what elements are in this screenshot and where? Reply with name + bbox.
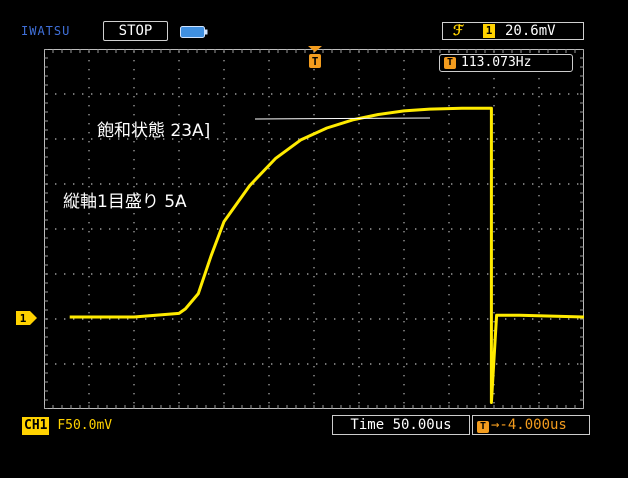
frequency-marker-icon: T (444, 57, 456, 69)
brand-logo: IWATSU (21, 24, 71, 38)
channel-scale: F50.0mV (57, 418, 113, 433)
channel-scale-readout[interactable]: CH1 F50.0mV (22, 417, 112, 435)
waveform-display (44, 49, 584, 409)
frequency-readout: T 113.073Hz (439, 54, 573, 72)
trigger-position-marker[interactable]: T (307, 45, 323, 73)
trigger-level: 20.6mV (505, 23, 556, 39)
saturation-annotation: 飽和状態 23A] (97, 121, 211, 141)
vertical-scale-annotation: 縦軸1目盛り 5A (63, 192, 187, 212)
trigger-marker-label: T (312, 55, 319, 68)
frequency-value: 113.073Hz (461, 55, 532, 70)
graticule-border (44, 49, 584, 409)
channel-label: CH1 (22, 417, 50, 435)
timebase-readout[interactable]: Time 50.00us (332, 415, 470, 435)
rising-edge-icon: ℱ (453, 23, 465, 39)
channel-ground-marker[interactable]: 1 (16, 311, 38, 325)
trigger-channel: 1 (483, 24, 495, 38)
trigger-status[interactable]: ℱ 1 20.6mV (442, 22, 584, 40)
waveform-trace (69, 106, 584, 404)
saturation-pointer-line (255, 117, 431, 120)
run-stop-indicator[interactable]: STOP (103, 21, 168, 41)
trigger-offset-readout[interactable]: T →-4.000us (472, 415, 590, 435)
trigger-offset-value: →-4.000us (491, 417, 567, 433)
battery-icon (180, 26, 208, 38)
channel-marker-label: 1 (20, 312, 27, 325)
offset-marker-icon: T (477, 421, 489, 433)
